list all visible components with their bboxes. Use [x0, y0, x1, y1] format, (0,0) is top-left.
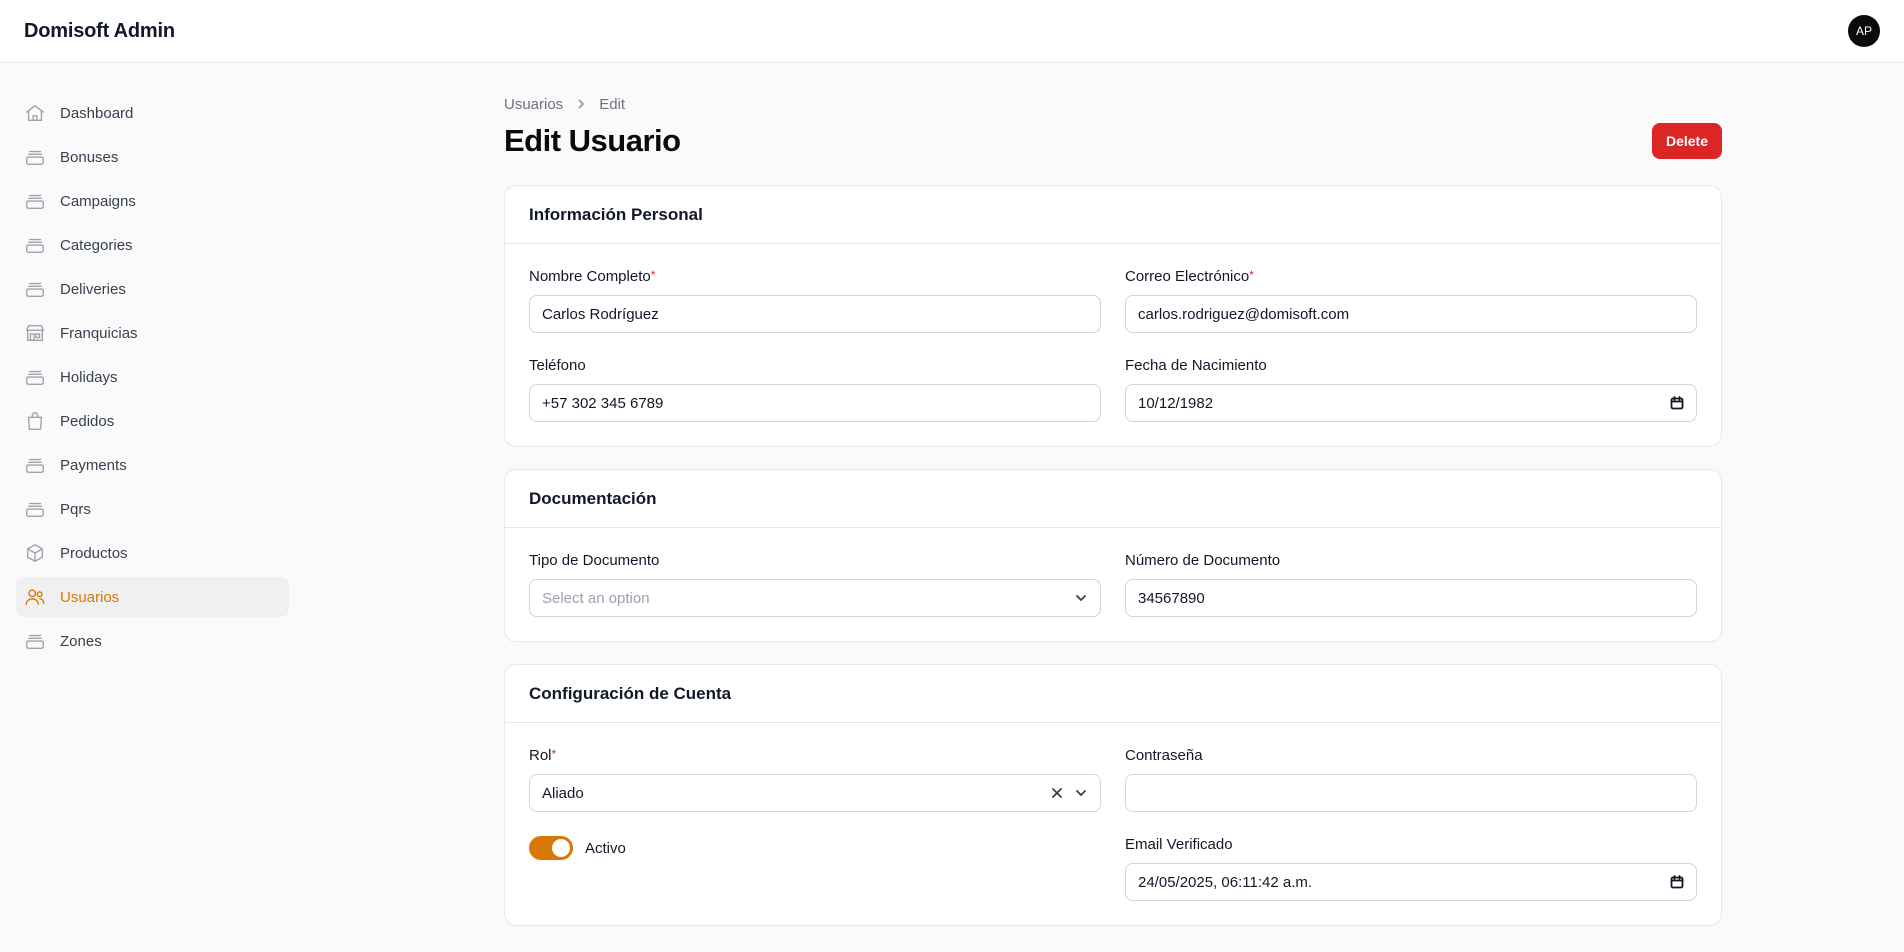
required-marker: *: [1249, 268, 1254, 282]
stack-icon: [24, 498, 46, 520]
email-verified-value: 24/05/2025, 06:11:42 a.m.: [1138, 873, 1313, 891]
sidebar-item-label: Bonuses: [60, 148, 119, 166]
sidebar-item-label: Pedidos: [60, 412, 115, 430]
avatar[interactable]: AP: [1848, 15, 1880, 47]
role-select[interactable]: Aliado: [529, 774, 1101, 812]
shopping-bag-icon: [24, 410, 46, 432]
select-placeholder: Select an option: [542, 589, 650, 607]
sidebar-item-bonuses[interactable]: Bonuses: [16, 137, 289, 177]
sidebar-item-usuarios[interactable]: Usuarios: [16, 577, 289, 617]
field-label: Fecha de Nacimiento: [1125, 357, 1267, 374]
sidebar-item-deliveries[interactable]: Deliveries: [16, 269, 289, 309]
section-cuenta: Configuración de Cuenta Rol* Aliado Cont…: [504, 664, 1722, 926]
calendar-icon[interactable]: [1670, 396, 1684, 410]
sidebar-item-zones[interactable]: Zones: [16, 621, 289, 661]
birthdate-value: 10/12/1982: [1138, 394, 1214, 412]
delete-button[interactable]: Delete: [1651, 123, 1722, 159]
page-title: Edit Usuario: [504, 123, 681, 158]
stack-icon: [24, 146, 46, 168]
title-row: Edit Usuario Delete: [504, 119, 1722, 163]
field-rol: Rol* Aliado: [529, 747, 1101, 812]
sidebar-item-label: Deliveries: [60, 280, 126, 298]
field-label: Teléfono: [529, 357, 586, 374]
breadcrumb-parent-link[interactable]: Usuarios: [504, 96, 563, 113]
sidebar-item-pqrs[interactable]: Pqrs: [16, 489, 289, 529]
section-title: Configuración de Cuenta: [505, 665, 1721, 723]
stack-icon: [24, 278, 46, 300]
clear-icon[interactable]: [1050, 786, 1064, 800]
storefront-icon: [24, 322, 46, 344]
sidebar-item-label: Productos: [60, 544, 128, 562]
field-activo: Activo: [529, 836, 1101, 901]
phone-input[interactable]: +57 302 345 6789: [529, 384, 1101, 422]
sidebar-item-campaigns[interactable]: Campaigns: [16, 181, 289, 221]
birthdate-input[interactable]: 10/12/1982: [1125, 384, 1697, 422]
sidebar-item-payments[interactable]: Payments: [16, 445, 289, 485]
stack-icon: [24, 454, 46, 476]
role-value: Aliado: [542, 784, 584, 802]
sidebar-item-label: Payments: [60, 456, 127, 474]
nombre-input[interactable]: Carlos Rodríguez: [529, 295, 1101, 333]
sidebar-item-dashboard[interactable]: Dashboard: [16, 93, 289, 133]
users-icon: [24, 586, 46, 608]
sidebar-item-label: Usuarios: [60, 588, 120, 606]
sidebar-item-label: Campaigns: [60, 192, 136, 210]
chevron-down-icon: [1074, 591, 1088, 605]
chevron-down-icon: [1074, 786, 1088, 800]
field-tipo-documento: Tipo de Documento Select an option: [529, 552, 1101, 617]
document-type-select[interactable]: Select an option: [529, 579, 1101, 617]
document-number-input[interactable]: 34567890: [1125, 579, 1697, 617]
home-icon: [24, 102, 46, 124]
stack-icon: [24, 234, 46, 256]
calendar-icon[interactable]: [1670, 875, 1684, 889]
app-title[interactable]: Domisoft Admin: [24, 20, 175, 43]
active-toggle[interactable]: [529, 836, 573, 860]
field-telefono: Teléfono +57 302 345 6789: [529, 357, 1101, 422]
password-input[interactable]: [1125, 774, 1697, 812]
cube-icon: [24, 542, 46, 564]
field-email-verificado: Email Verificado 24/05/2025, 06:11:42 a.…: [1125, 836, 1697, 901]
email-input[interactable]: carlos.rodriguez@domisoft.com: [1125, 295, 1697, 333]
field-nombre: Nombre Completo* Carlos Rodríguez: [529, 268, 1101, 333]
sidebar-item-productos[interactable]: Productos: [16, 533, 289, 573]
section-documentacion: Documentación Tipo de Documento Select a…: [504, 469, 1722, 642]
required-marker: *: [551, 747, 557, 761]
sidebar-item-label: Pqrs: [60, 500, 91, 518]
field-contrasena: Contraseña: [1125, 747, 1697, 812]
breadcrumb: Usuarios Edit: [504, 93, 1722, 115]
breadcrumb-current: Edit: [599, 95, 626, 113]
sidebar-item-label: Zones: [60, 632, 102, 650]
toggle-label: Activo: [585, 839, 626, 857]
field-correo: Correo Electrónico* carlos.rodriguez@dom…: [1125, 268, 1697, 333]
section-title: Documentación: [505, 470, 1721, 528]
main-content: Usuarios Edit Edit Usuario Delete Inform…: [504, 93, 1722, 926]
stack-icon: [24, 366, 46, 388]
top-bar: Domisoft Admin AP: [0, 0, 1904, 63]
sidebar-item-label: Franquicias: [60, 324, 138, 342]
field-nacimiento: Fecha de Nacimiento 10/12/1982: [1125, 357, 1697, 422]
stack-icon: [24, 630, 46, 652]
stack-icon: [24, 190, 46, 212]
sidebar-item-franquicias[interactable]: Franquicias: [16, 313, 289, 353]
required-marker: *: [650, 268, 656, 282]
field-label: Nombre Completo*: [529, 268, 656, 285]
sidebar-item-holidays[interactable]: Holidays: [16, 357, 289, 397]
sidebar: Dashboard Bonuses Campaigns Categories D…: [16, 93, 289, 665]
email-verified-input[interactable]: 24/05/2025, 06:11:42 a.m.: [1125, 863, 1697, 901]
field-label: Contraseña: [1125, 747, 1203, 764]
sidebar-item-label: Dashboard: [60, 104, 134, 122]
sidebar-item-pedidos[interactable]: Pedidos: [16, 401, 289, 441]
section-personal: Información Personal Nombre Completo* Ca…: [504, 185, 1722, 447]
field-numero-documento: Número de Documento 34567890: [1125, 552, 1697, 617]
field-label: Email Verificado: [1125, 836, 1233, 853]
field-label: Rol*: [529, 747, 557, 764]
section-title: Información Personal: [505, 186, 1721, 244]
sidebar-item-label: Categories: [60, 236, 133, 254]
field-label: Número de Documento: [1125, 552, 1281, 569]
field-label: Tipo de Documento: [529, 552, 660, 569]
field-label: Correo Electrónico*: [1125, 268, 1254, 285]
sidebar-item-categories[interactable]: Categories: [16, 225, 289, 265]
chevron-right-icon: [575, 98, 587, 110]
sidebar-item-label: Holidays: [60, 368, 118, 386]
